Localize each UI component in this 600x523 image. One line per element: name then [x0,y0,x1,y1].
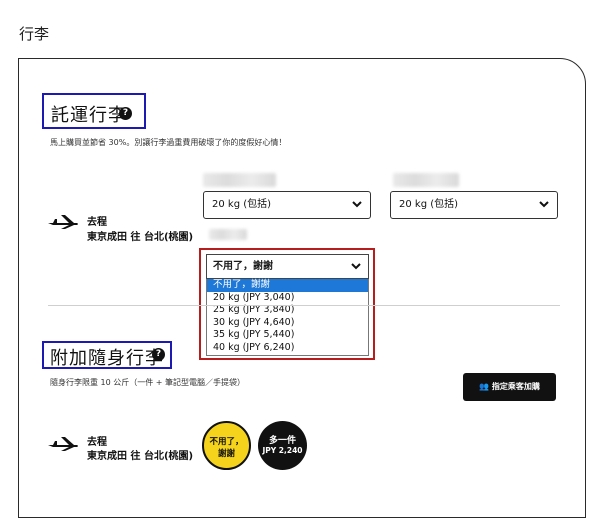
passenger-name-blurred [209,229,247,240]
extra-baggage-dropdown[interactable]: 不用了，謝謝 [206,254,369,279]
baggage-select-passenger-2[interactable]: 20 kg (包括) [390,191,558,219]
checked-baggage-promo: 馬上購買並節省 30%。別讓行李過重費用破壞了你的度假好心情！ [50,138,287,147]
chevron-down-icon [352,201,362,208]
chevron-down-icon [351,263,361,270]
carry-on-title: 附加隨身行李 [50,348,164,369]
airplane-icon [48,215,78,229]
carry-on-no-thanks-button[interactable]: 不用了， 謝謝 [202,421,251,470]
carry-on-no-line2: 謝謝 [217,449,235,459]
baggage-select-value: 20 kg (包括) [399,199,459,210]
checked-baggage-title: 託運行李 [51,105,127,126]
passenger-name-blurred [393,173,459,187]
question-mark-icon[interactable]: ? [119,107,132,120]
airplane-icon [48,437,78,451]
assign-passenger-label: 指定乘客加購 [491,382,540,391]
carry-on-add-one-button[interactable]: 多一件 JPY 2,240 [258,421,307,470]
extra-baggage-options-list: 不用了，謝謝 20 kg (JPY 3,040) 25 kg (JPY 3,84… [206,279,369,356]
dropdown-option[interactable]: 25 kg (JPY 3,840) [207,304,368,317]
flight-route: 東京成田 往 台北(桃園) [87,232,194,243]
flight-route: 東京成田 往 台北(桃園) [87,451,194,462]
baggage-select-value: 20 kg (包括) [212,199,272,210]
dropdown-option[interactable]: 40 kg (JPY 6,240) [207,342,368,355]
carry-on-add-price: JPY 2,240 [262,446,303,455]
flight-direction: 去程 [87,437,107,448]
dropdown-option[interactable]: 30 kg (JPY 4,640) [207,317,368,330]
dropdown-option[interactable]: 不用了，謝謝 [207,279,368,292]
carry-on-add-line1: 多一件 [268,436,296,446]
dropdown-option[interactable]: 20 kg (JPY 3,040) [207,292,368,305]
assign-passenger-button[interactable]: 👥 指定乘客加購 [463,373,556,401]
dropdown-option[interactable]: 35 kg (JPY 5,440) [207,329,368,342]
flight-direction: 去程 [87,217,107,228]
passenger-name-blurred [203,173,276,187]
extra-baggage-dropdown-highlight: 不用了，謝謝 不用了，謝謝 20 kg (JPY 3,040) 25 kg (J… [199,248,375,360]
question-mark-icon[interactable]: ? [152,348,165,361]
baggage-select-passenger-1[interactable]: 20 kg (包括) [203,191,371,219]
extra-baggage-dropdown-value: 不用了，謝謝 [213,261,273,272]
page-heading: 行李 [19,25,50,43]
chevron-down-icon [539,201,549,208]
carry-on-note: 隨身行李限重 10 公斤（一件 + 筆記型電腦／手提袋） [50,378,246,387]
carry-on-no-line1: 不用了， [209,437,244,447]
people-icon: 👥 [479,382,492,391]
section-divider [48,305,560,306]
